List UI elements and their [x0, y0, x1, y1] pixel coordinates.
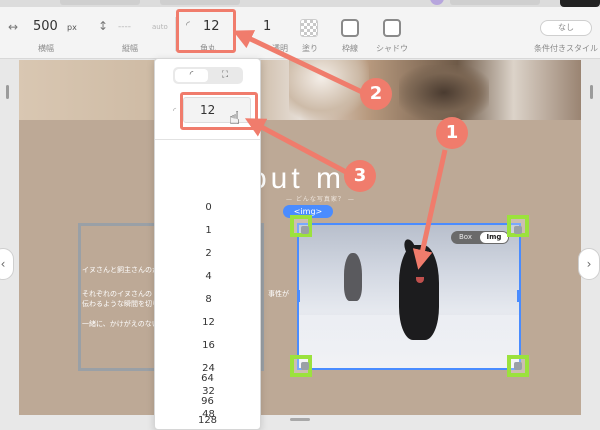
resize-edge-handle[interactable]	[297, 290, 300, 302]
hero-image	[19, 60, 581, 120]
next-arrow-button[interactable]: ›	[578, 248, 600, 280]
opacity-input[interactable]: 1	[263, 19, 271, 34]
conditional-style-select[interactable]: なし	[540, 20, 592, 36]
width-unit[interactable]: px	[67, 23, 77, 32]
toggle-img-option[interactable]: Img	[480, 232, 508, 243]
fill-swatch[interactable]	[300, 19, 318, 37]
radius-option[interactable]: 12	[155, 314, 260, 332]
section-title: out m	[250, 162, 346, 195]
top-tab[interactable]	[450, 0, 540, 5]
shadow-button[interactable]	[383, 19, 401, 37]
corner-radius-handle[interactable]	[507, 355, 529, 377]
hand-cursor-icon: ☝	[229, 108, 240, 129]
conditional-style-label: 条件付きスタイル	[534, 44, 598, 53]
resize-edge-handle[interactable]	[517, 290, 520, 302]
corner-radius-handle[interactable]	[290, 355, 312, 377]
height-auto[interactable]: auto	[152, 23, 168, 31]
radius-option[interactable]: 96	[154, 393, 261, 411]
radius-option[interactable]: 0	[155, 199, 260, 217]
height-label: 縦幅	[122, 44, 138, 53]
horizontal-resize-icon: ↔	[8, 20, 19, 34]
right-drag-handle[interactable]	[590, 85, 593, 99]
top-strip	[0, 0, 600, 7]
divider	[155, 139, 260, 140]
radius-option[interactable]: 2	[155, 245, 260, 263]
radius-mode-segment[interactable]: ◜ ⛶	[173, 67, 243, 84]
corner-radius-handle[interactable]	[507, 215, 529, 237]
radius-option[interactable]: 1	[155, 222, 260, 240]
vertical-resize-icon: ↕	[98, 19, 109, 33]
step-badge-3: 3	[344, 160, 376, 192]
box-img-toggle[interactable]: Box Img	[451, 231, 509, 244]
fill-label: 塗り	[302, 44, 318, 53]
handle-dot	[514, 362, 522, 370]
handle-dot	[514, 226, 522, 234]
dog-fur-image	[289, 60, 369, 120]
border-label: 枠線	[342, 44, 358, 53]
width-input[interactable]: 500	[33, 19, 58, 34]
toggle-box-option[interactable]: Box	[451, 231, 480, 244]
handle-dot	[301, 362, 309, 370]
running-dog	[399, 245, 439, 340]
individual-radius-option[interactable]: ⛶	[209, 69, 241, 82]
corner-radius-handle[interactable]	[290, 215, 312, 237]
top-tab[interactable]	[60, 0, 140, 5]
input-highlight	[180, 92, 258, 130]
corner-radius-icon: ◜	[173, 106, 177, 115]
prev-arrow-button[interactable]: ‹	[0, 248, 14, 280]
width-label: 横幅	[38, 44, 54, 53]
step-badge-1: 1	[436, 117, 468, 149]
avatar[interactable]	[430, 0, 444, 5]
paragraph-tail: 事性が	[268, 290, 289, 298]
dog-photo[interactable]	[297, 223, 521, 370]
radius-option[interactable]: 128	[154, 412, 261, 430]
radius-option[interactable]: 4	[155, 268, 260, 286]
opacity-label: 透明	[272, 44, 288, 53]
handle-dot	[301, 226, 309, 234]
publish-button[interactable]	[560, 0, 600, 7]
height-input[interactable]: ----	[118, 22, 131, 32]
style-toolbar: ↔ 500 px 横幅 ↕ ---- auto 縦幅 ◜ 12 角丸 1 透明 …	[0, 7, 600, 59]
radius-option[interactable]: 64	[154, 370, 261, 388]
distant-dog	[344, 253, 362, 301]
dog-fur-image	[399, 65, 489, 120]
top-tab[interactable]	[160, 0, 240, 5]
bottom-scroll-indicator[interactable]	[290, 418, 310, 421]
uniform-radius-option[interactable]: ◜	[175, 69, 208, 82]
shadow-label: シャドウ	[376, 44, 408, 53]
radius-option[interactable]: 8	[155, 291, 260, 309]
left-drag-handle[interactable]	[6, 85, 9, 99]
radius-highlight	[176, 9, 236, 53]
section-subtitle: — どんな写真家？ —	[286, 196, 355, 203]
border-button[interactable]	[341, 19, 359, 37]
radius-option[interactable]: 16	[155, 337, 260, 355]
step-badge-2: 2	[360, 78, 392, 110]
